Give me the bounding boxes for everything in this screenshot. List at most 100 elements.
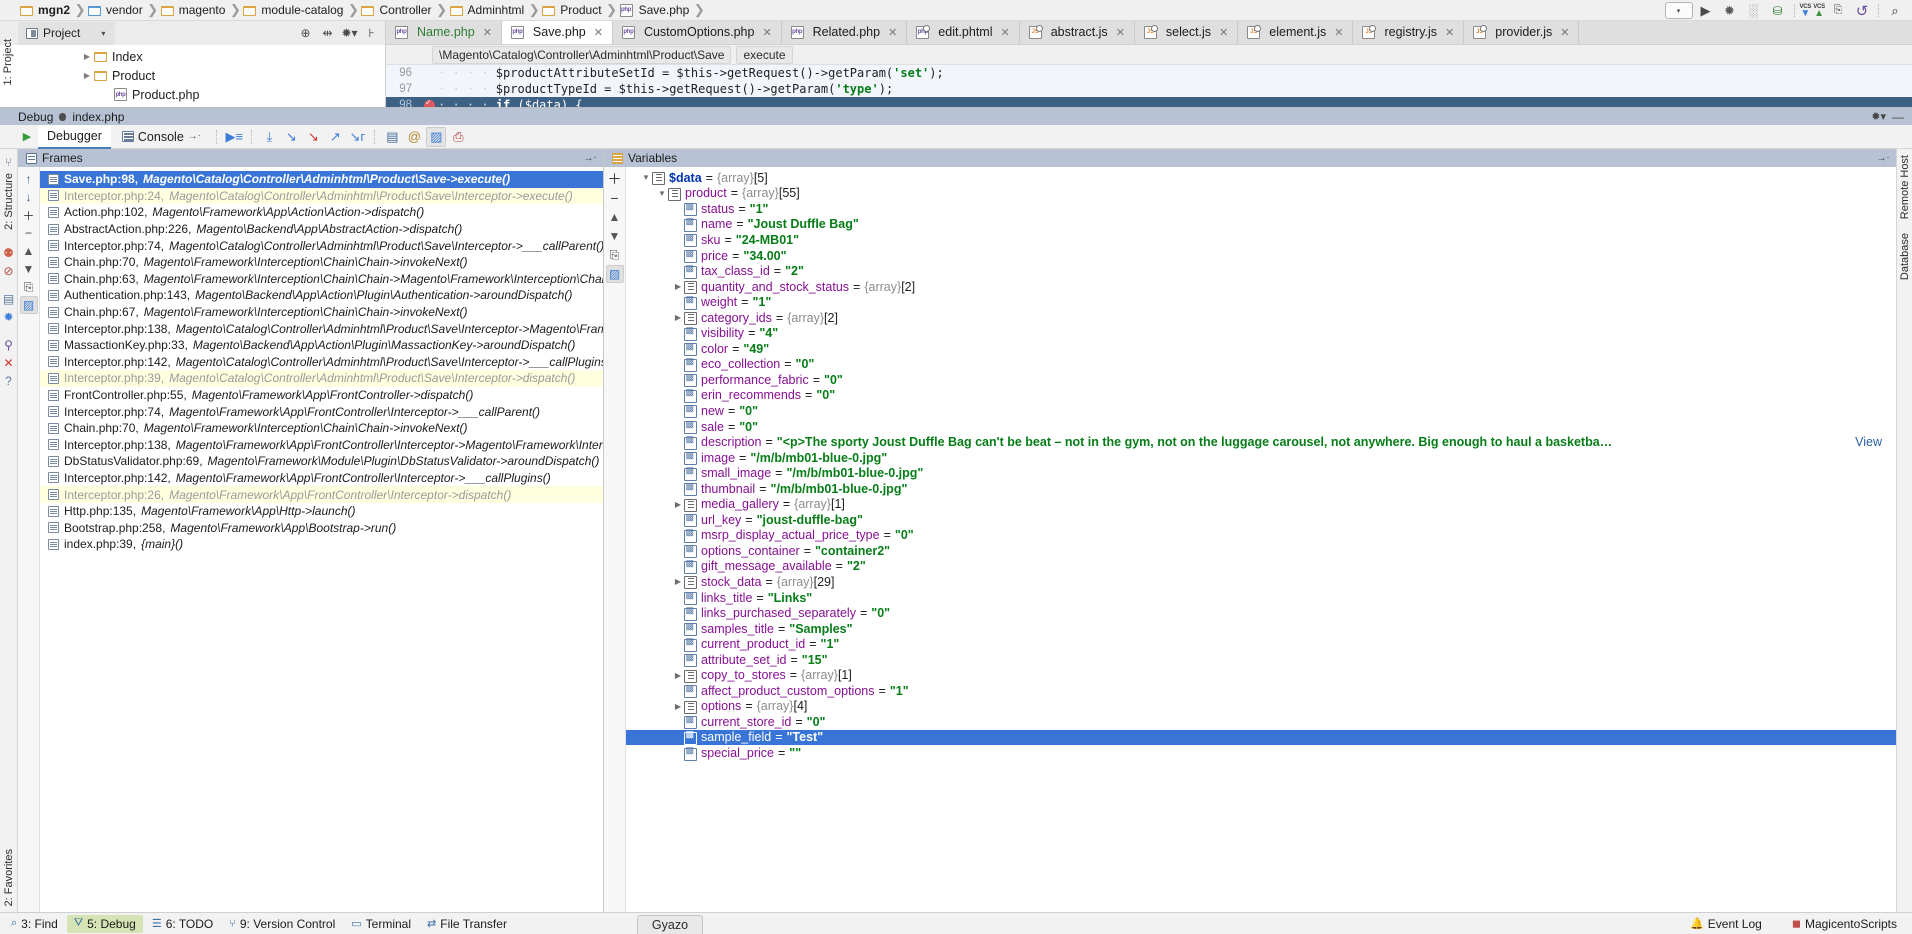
step-into-button[interactable]: ↘	[281, 127, 301, 147]
chevron-right-icon[interactable]: ▶	[672, 282, 684, 291]
settings-rail-icon[interactable]: ✹	[1, 308, 17, 326]
chevron-right-icon[interactable]: ▶	[672, 702, 684, 711]
editor-tab-edit-phtml[interactable]: php edit.phtml ✕	[907, 21, 1020, 44]
close-icon[interactable]: ✕	[888, 26, 897, 39]
variable-row[interactable]: price="34.00"	[626, 248, 1896, 264]
frame-row[interactable]: Interceptor.php:138, Magento\Catalog\Cont…	[40, 320, 603, 337]
code-line-97[interactable]: 97 · · · · $productTypeId = $this->getReq…	[386, 81, 1912, 97]
chevron-down-icon[interactable]: ▾	[101, 29, 105, 38]
breadcrumb-item-product[interactable]: Product	[540, 0, 605, 21]
chevron-right-icon[interactable]	[100, 88, 114, 102]
variable-row[interactable]: ▶ quantity_and_stock_status = {array} [2]	[626, 279, 1896, 295]
frames-scroll-down-button[interactable]: ▼	[20, 260, 38, 278]
watch-up-button[interactable]: ▲	[606, 208, 624, 226]
structure-tool-button[interactable]: 2: Structure	[3, 173, 15, 230]
variable-row[interactable]: gift_message_available="2"	[626, 558, 1896, 575]
frame-row[interactable]: Interceptor.php:142, Magento\Framework\Ap…	[40, 470, 603, 487]
show-execution-point-button[interactable]: ▶≡	[224, 127, 244, 147]
frame-row[interactable]: index.php:39, {main}()	[40, 536, 603, 553]
editor-tab-customoptions-php[interactable]: php CustomOptions.php ✕	[612, 21, 782, 44]
variable-row[interactable]: name="Joust Duffle Bag"	[626, 216, 1896, 233]
frame-row[interactable]: Chain.php:70, Magento\Framework\Intercept…	[40, 420, 603, 437]
magicento-scripts-button[interactable]: ◼ MagicentoScripts	[1785, 915, 1904, 933]
variable-row[interactable]: samples_title="Samples"	[626, 621, 1896, 637]
rerun-button[interactable]: ▶	[18, 128, 36, 146]
frame-row[interactable]: Interceptor.php:142, Magento\Catalog\Cont…	[40, 354, 603, 371]
frames-down-button[interactable]: ↓	[20, 188, 38, 206]
variable-row[interactable]: sale="0"	[626, 419, 1896, 435]
close-icon[interactable]: ✕	[1219, 26, 1228, 39]
variable-row[interactable]: ▼ $data = {array} [5]	[626, 170, 1896, 186]
variable-row[interactable]: tax_class_id="2"	[626, 263, 1896, 279]
frame-row[interactable]: Interceptor.php:74, Magento\Framework\App…	[40, 403, 603, 420]
variable-row[interactable]: color="49"	[626, 341, 1896, 357]
variable-row[interactable]: attribute_set_id="15"	[626, 652, 1896, 668]
chevron-right-icon[interactable]: ▶	[80, 69, 94, 83]
layout-rail-icon[interactable]: ▤	[1, 290, 17, 308]
frame-row[interactable]: Save.php:98, Magento\Catalog\Controller\A…	[40, 171, 603, 188]
gear-icon[interactable]: ✹▾	[1871, 110, 1886, 123]
variable-row[interactable]: sample_field="Test"	[626, 729, 1896, 746]
close-icon[interactable]: ✕	[1445, 26, 1454, 39]
code-editor[interactable]: \Magento\Catalog\Controller\Adminhtml\Pr…	[386, 45, 1912, 107]
frame-row[interactable]: Interceptor.php:26, Magento\Framework\App…	[40, 486, 603, 503]
view-value-link[interactable]: View	[1855, 435, 1882, 449]
variable-row[interactable]: ▶ media_gallery = {array} [1]	[626, 496, 1896, 512]
breakpoints-rail-icon[interactable]: ⚉	[1, 244, 17, 262]
settings-icon[interactable]: ✹▾	[341, 26, 357, 41]
breadcrumb-item-controller[interactable]: Controller	[359, 0, 435, 21]
mute-breakpoints-button[interactable]: ▨	[426, 126, 447, 147]
variable-row[interactable]: affect_product_custom_options="1"	[626, 683, 1896, 699]
variable-row[interactable]: ▶ options = {array} [4]	[626, 699, 1896, 715]
vcs-update-button[interactable]: VCS ▼	[1800, 4, 1812, 19]
variable-row[interactable]: current_store_id="0"	[626, 714, 1896, 730]
code-line-98[interactable]: 98 · · · · if ($data) {	[386, 97, 1912, 107]
variable-row[interactable]: performance_fabric="0"	[626, 372, 1896, 388]
terminal-tool-button[interactable]: ▭ Terminal	[344, 915, 418, 933]
vcs-history-button[interactable]: ⎘	[1827, 2, 1849, 19]
code-line-96[interactable]: 96 · · · · $productAttributeSetId = $this…	[386, 65, 1912, 81]
vcs-commit-button[interactable]: VCS ▲	[1813, 4, 1825, 19]
debug-tool-button[interactable]: ⛛ 5: Debug	[66, 914, 143, 933]
chevron-down-icon[interactable]: ▼	[656, 189, 668, 198]
file-transfer-tool-button[interactable]: ⇄ File Transfer	[420, 915, 514, 933]
close-icon[interactable]: ✕	[483, 26, 492, 39]
variable-row[interactable]: new="0"	[626, 403, 1896, 419]
variable-row[interactable]: image="/m/b/mb01-blue-0.jpg"	[626, 450, 1896, 466]
frame-row[interactable]: Action.php:102, Magento\Framework\App\Act…	[40, 204, 603, 221]
debug-button[interactable]: ✹	[1719, 2, 1741, 19]
chevron-right-icon[interactable]: ▶	[672, 577, 684, 586]
profile-button[interactable]: ⛁	[1767, 2, 1789, 19]
chevron-right-icon[interactable]: ▶	[80, 50, 94, 64]
frame-row[interactable]: AbstractAction.php:226, Magento\Backend\A…	[40, 221, 603, 238]
editor-tab-element-js[interactable]: JS element.js ✕	[1238, 21, 1354, 44]
variable-row[interactable]: small_image="/m/b/mb01-blue-0.jpg"	[626, 465, 1896, 481]
variable-row[interactable]: msrp_display_actual_price_type="0"	[626, 527, 1896, 544]
inspect-value-button[interactable]: ▨	[605, 265, 624, 283]
event-log-button[interactable]: 🔔 Event Log	[1683, 915, 1769, 933]
vcs-rollback-button[interactable]: ↺	[1851, 2, 1873, 20]
variable-row[interactable]: url_key="joust-duffle-bag"	[626, 512, 1896, 528]
run-configuration-selector[interactable]: ▾	[1664, 2, 1693, 19]
pin-icon[interactable]: →ᐧ	[583, 153, 596, 164]
editor-tab-related-php[interactable]: php Related.php ✕	[781, 21, 908, 44]
frame-row[interactable]: Chain.php:63, Magento\Framework\Intercept…	[40, 271, 603, 288]
tree-item-index[interactable]: ▶ Index	[0, 47, 385, 66]
variable-row[interactable]: links_purchased_separately="0"	[626, 605, 1896, 621]
variable-row[interactable]: description="<p>The sporty Joust Duffle …	[626, 434, 1896, 450]
add-frame-button[interactable]: ＋	[20, 206, 38, 224]
breadcrumb-item-vendor[interactable]: vendor	[86, 0, 147, 21]
frame-row[interactable]: DbStatusValidator.php:69, Magento\Framewo…	[40, 453, 603, 470]
variable-row[interactable]: options_container= "container2"	[626, 543, 1896, 559]
close-icon[interactable]: ✕	[762, 26, 771, 39]
variable-row[interactable]: sku="24-MB01"	[626, 232, 1896, 248]
pin-rail-icon[interactable]: ⚲	[1, 336, 17, 354]
remove-watch-button[interactable]: −	[606, 189, 624, 207]
run-to-cursor-button[interactable]: ↘ᴦ	[347, 127, 367, 147]
add-watch-button[interactable]: ＋	[606, 170, 624, 188]
version-control-tool-button[interactable]: ⑂ 9: Version Control	[222, 915, 342, 933]
todo-tool-button[interactable]: ☰ 6: TODO	[145, 915, 220, 933]
variable-row[interactable]: current_product_id="1"	[626, 636, 1896, 652]
editor-tab-save-php[interactable]: php Save.php ✕	[501, 21, 613, 44]
step-over-button[interactable]: ⤓	[259, 127, 279, 147]
